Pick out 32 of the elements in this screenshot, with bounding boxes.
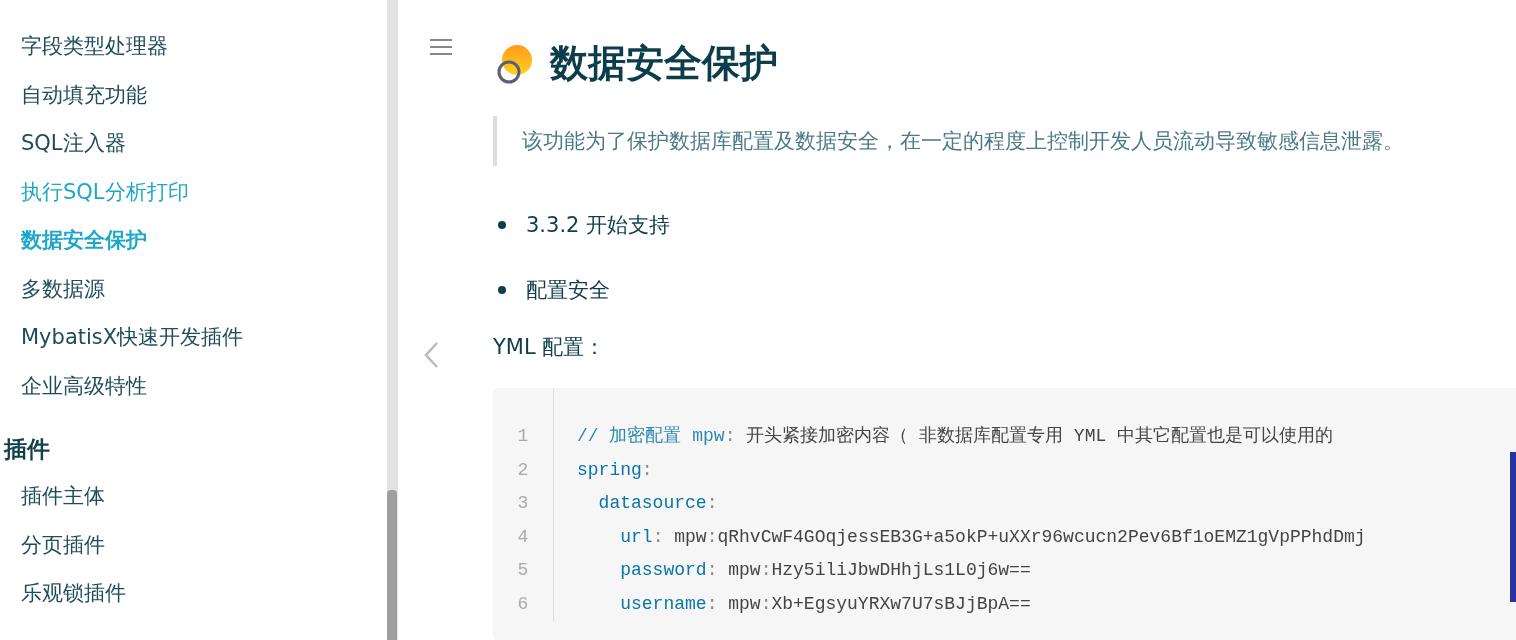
page-title: 数据安全保护 [550,40,778,87]
line-number: 1 [516,425,530,448]
sidebar-item[interactable]: 多数据源 [21,264,105,313]
line-number: 5 [516,559,530,582]
sidebar-item[interactable]: 字段类型处理器 [21,22,168,71]
list-item-text: 3.3.2 开始支持 [526,211,671,239]
code-line: spring: [577,458,653,482]
code-line: url: mpw:qRhvCwF4GOqjessEB3G+a5okP+uXXr96wcucn2Pev6Bf1oEMZ1gVpPPhdDmj [619,525,1366,549]
line-number: 2 [516,458,530,482]
quote-text: 该功能为了保护数据库配置及数据安全，在一定的程度上控制开发人员流动导致敏感信息泄露。 [493,116,1404,166]
code-line: // 加密配置 mpw: 开头紧接加密内容（ 非数据库配置专用 YML 中其它配置也是可以使用的 [577,425,1334,448]
sidebar-heading: 插件 [4,435,50,464]
sidebar-item[interactable]: 插件主体 [21,472,105,521]
sidebar-item[interactable]: SQL注入器 [21,119,126,168]
paragraph-text: YML 配置： [493,334,606,361]
code-line: username: mpw:Xb+EgsyuYRXw7U7sBJjBpA== [619,592,1031,616]
scrollbar[interactable] [387,0,397,640]
sidebar-item[interactable]: 分页插件 [21,520,105,569]
code-line: password: mpw:Hzy5iliJbwDHhjLs1L0j6w== [619,559,1031,582]
bullet-icon [498,220,506,229]
line-number: 6 [516,592,530,616]
sidebar-item[interactable]: MybatisX快速开发插件 [21,313,244,362]
menu-icon[interactable] [430,38,452,56]
sidebar-item[interactable]: 乐观锁插件 [21,569,126,618]
sidebar-item[interactable]: 自动填充功能 [21,70,147,119]
line-number: 3 [516,492,530,515]
chevron-left-icon[interactable] [423,341,439,369]
sidebar-item[interactable]: 企业高级特性 [21,361,147,410]
line-number: 4 [516,525,530,549]
code-line: datasource: [597,492,718,515]
bullet-icon [498,285,506,294]
list-item-text: 配置安全 [526,276,610,304]
